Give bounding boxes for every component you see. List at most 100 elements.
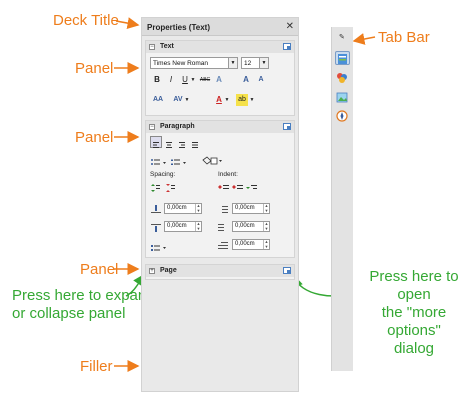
line-spacing-icon (151, 245, 166, 251)
hanging-indent-button[interactable] (246, 180, 258, 190)
align-left-button[interactable] (150, 136, 162, 148)
line-spacing-button[interactable] (151, 241, 169, 251)
decrease-indent-button[interactable] (232, 180, 244, 190)
more-options-line-1: Press here to open (369, 268, 459, 303)
spin-arrows-icon[interactable]: ▲ ▼ (263, 239, 269, 249)
more-options-icon[interactable] (283, 43, 291, 50)
first-line-indent-spin[interactable]: 0,00cm ▲ ▼ (232, 239, 270, 250)
gallery-tab[interactable] (335, 91, 350, 105)
above-paragraph-spin[interactable]: 0,00cm ▲ ▼ (164, 203, 202, 214)
deck-filler (145, 282, 295, 390)
spin-arrows-icon[interactable]: ▲ ▼ (263, 221, 269, 231)
page-panel: Page + (145, 264, 295, 280)
paragraph-panel-title[interactable]: Paragraph (146, 121, 294, 133)
after-text-spin[interactable]: 0,00cm ▲ ▼ (232, 221, 270, 232)
spin-arrows-icon[interactable]: ▲ ▼ (195, 203, 201, 213)
page-panel-title[interactable]: Page (146, 265, 294, 277)
chevron-down-icon[interactable]: ▼ (249, 94, 255, 106)
collapse-icon[interactable]: − (149, 44, 155, 50)
more-options-icon[interactable] (283, 123, 291, 130)
align-left-icon (153, 142, 159, 148)
navigator-tab[interactable] (335, 109, 350, 123)
below-paragraph-spin[interactable]: 0,00cm ▲ ▼ (164, 221, 202, 232)
more-options-annotation: Press here to open the "more options" di… (355, 268, 473, 358)
styles-tab[interactable] (335, 71, 350, 85)
chevron-down-icon[interactable]: ▼ (184, 94, 190, 106)
expand-icon[interactable]: + (149, 268, 155, 274)
bullet-list-icon (151, 159, 166, 165)
background-color-button[interactable] (201, 154, 223, 165)
tab-bar: ✎ (331, 27, 353, 371)
chevron-down-icon[interactable]: ▼ (190, 74, 196, 86)
font-name-value: Times New Roman (153, 60, 209, 67)
highlight-color-button[interactable]: ab (236, 94, 248, 106)
sidebar-deck: Properties (Text) ✕ Text − Times New Rom… (141, 17, 299, 392)
bold-button[interactable]: B (152, 74, 162, 86)
properties-tab[interactable] (335, 51, 350, 65)
numbering-button[interactable] (170, 155, 188, 165)
text-panel-title[interactable]: Text (146, 41, 294, 53)
grow-font-button[interactable]: A (241, 74, 251, 86)
font-size-combo[interactable]: 12 ▼ (241, 57, 269, 69)
italic-button[interactable]: I (166, 74, 176, 86)
properties-icon (338, 54, 347, 64)
align-right-button[interactable] (177, 137, 187, 148)
expand-hint-annotation: Press here to expand or collapse panel (12, 287, 155, 323)
strikethrough-button[interactable]: ABC (198, 74, 212, 86)
above-paragraph-value: 0,00cm (167, 205, 187, 211)
align-center-button[interactable] (164, 137, 174, 148)
first-line-indent-value: 0,00cm (235, 241, 255, 247)
font-size-value: 12 (244, 60, 252, 67)
collapse-icon[interactable]: − (149, 124, 155, 130)
tab-bar-annotation: Tab Bar (378, 29, 430, 46)
below-paragraph-icon (151, 223, 161, 232)
decrease-spacing-button[interactable] (166, 180, 176, 192)
more-options-line-2: the "more options" (381, 304, 447, 339)
expand-tabs-icon[interactable]: ✎ (339, 33, 345, 41)
underline-button[interactable]: U (180, 74, 190, 86)
bullets-button[interactable] (150, 155, 168, 165)
expand-hint-line-2: or collapse panel (12, 305, 126, 322)
font-color-button[interactable]: A (214, 94, 224, 106)
tab-bar-arrow (352, 33, 376, 45)
gallery-icon (336, 92, 348, 103)
font-name-combo[interactable]: Times New Roman ▼ (150, 57, 238, 69)
indent-label: Indent: (218, 171, 238, 178)
chevron-down-icon[interactable]: ▼ (224, 94, 230, 106)
before-text-spin[interactable]: 0,00cm ▲ ▼ (232, 203, 270, 214)
deck-title: Properties (Text) (142, 18, 298, 36)
justify-icon (192, 142, 198, 148)
spin-arrows-icon[interactable]: ▲ ▼ (195, 221, 201, 231)
paragraph-panel-title-label: Paragraph (160, 123, 195, 130)
shadow-button[interactable]: A (214, 74, 224, 86)
numbered-list-icon (171, 159, 186, 165)
more-options-icon[interactable] (283, 267, 291, 274)
increase-indent-button[interactable] (218, 180, 230, 190)
navigator-icon (336, 110, 348, 122)
deck-title-annotation: Deck Title (53, 12, 119, 29)
filler-annotation: Filler (80, 358, 113, 375)
expand-hint-line-1: Press here to expand (12, 287, 155, 304)
shrink-font-button[interactable]: A (256, 74, 266, 86)
spacing-label: Spacing: (150, 171, 176, 178)
chevron-down-icon[interactable]: ▼ (228, 58, 237, 68)
page-panel-title-label: Page (160, 267, 177, 274)
deck-title-arrow (115, 17, 140, 30)
increase-spacing-button[interactable] (151, 180, 161, 192)
panel-annotation-paragraph: Panel (75, 129, 114, 146)
character-spacing-button[interactable]: AV (172, 94, 184, 106)
chevron-down-icon[interactable]: ▼ (259, 58, 268, 68)
text-panel-title-label: Text (160, 43, 174, 50)
change-case-button[interactable]: AA (152, 94, 164, 106)
increase-indent-icon (218, 185, 229, 189)
first-line-indent-icon (218, 241, 228, 249)
before-text-icon (218, 205, 228, 213)
align-center-icon (166, 142, 172, 148)
below-paragraph-value: 0,00cm (167, 223, 187, 229)
close-icon[interactable]: ✕ (286, 21, 294, 32)
after-text-value: 0,00cm (235, 223, 255, 229)
increase-spacing-icon (151, 184, 160, 192)
panel-annotation-page: Panel (80, 261, 119, 278)
spin-arrows-icon[interactable]: ▲ ▼ (263, 203, 269, 213)
justify-button[interactable] (190, 137, 200, 148)
